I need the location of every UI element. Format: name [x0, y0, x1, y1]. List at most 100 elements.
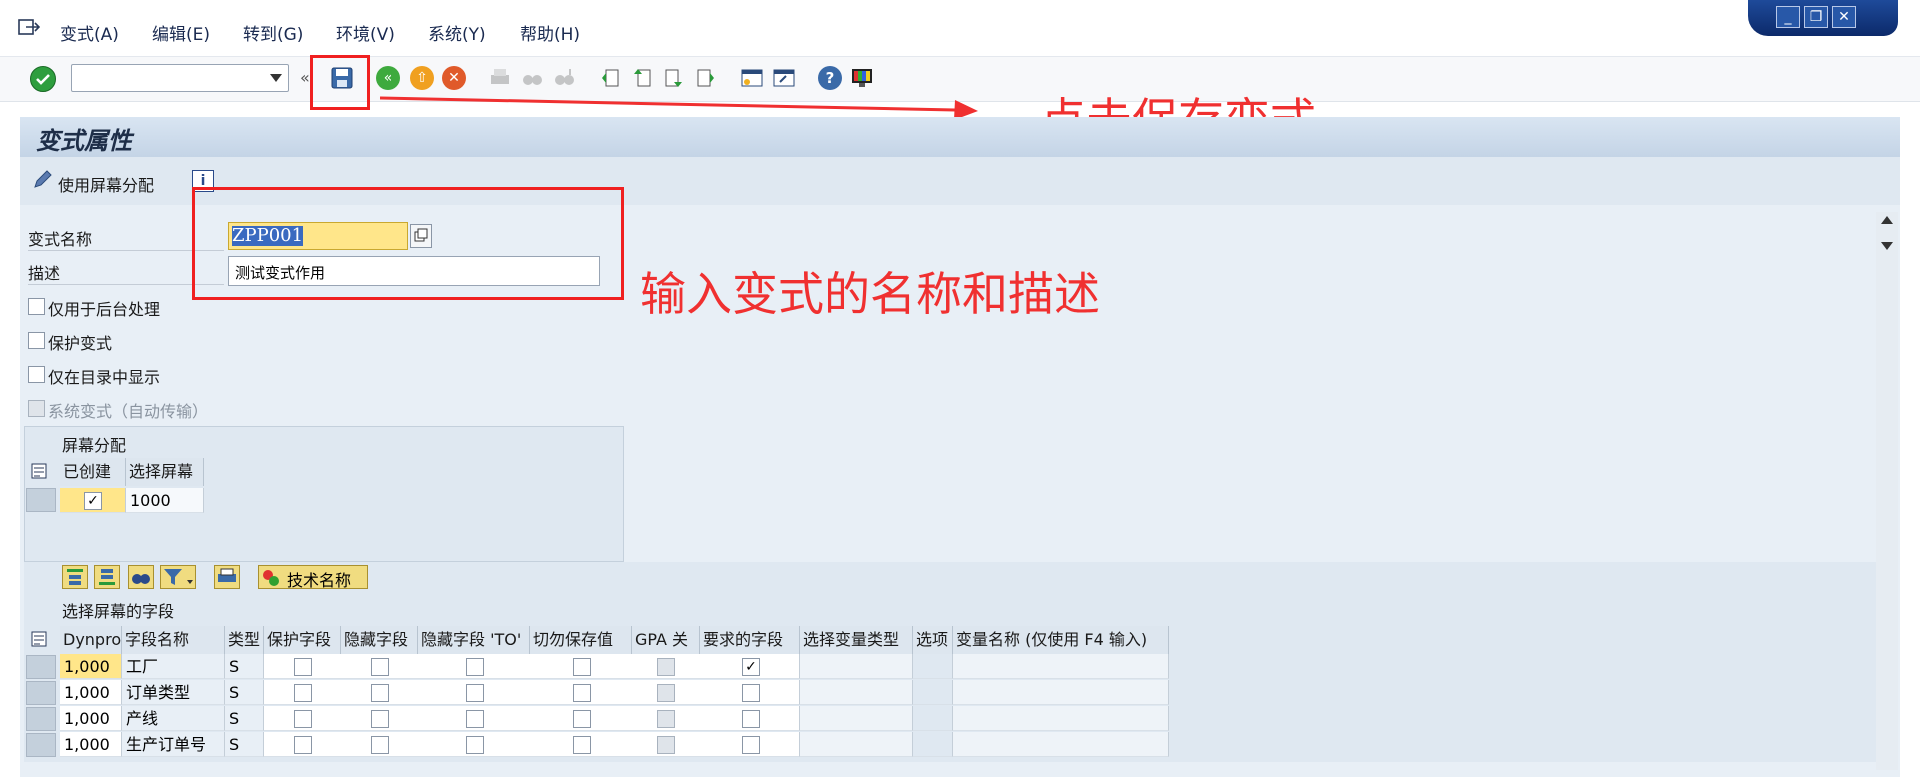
- selection-variable-type-cell[interactable]: [800, 732, 913, 757]
- required-field-checkbox[interactable]: [742, 736, 760, 754]
- dynpro-cell: 1,000: [60, 706, 122, 731]
- column-gpa-off: GPA 关: [632, 626, 700, 654]
- option-cell[interactable]: [913, 680, 953, 705]
- next-page-icon[interactable]: [662, 66, 686, 90]
- hide-field-to-checkbox[interactable]: [466, 658, 484, 676]
- protect-field-checkbox[interactable]: [294, 736, 312, 754]
- required-field-checkbox[interactable]: [742, 684, 760, 702]
- system-variant-checkbox: [28, 400, 45, 417]
- scroll-down-icon[interactable]: [1881, 242, 1893, 250]
- required-field-checkbox[interactable]: [742, 710, 760, 728]
- protect-variant-checkbox[interactable]: [28, 332, 45, 349]
- screen-assign-title: 屏幕分配: [62, 436, 127, 455]
- screen-assign-button[interactable]: 使用屏幕分配: [58, 172, 154, 196]
- column-field-name: 字段名称: [122, 626, 225, 654]
- menu-help[interactable]: 帮助(H): [520, 20, 580, 45]
- field-name-cell: 工厂: [122, 654, 225, 679]
- find-fields-icon[interactable]: [128, 565, 154, 589]
- vertical-scrollbar[interactable]: [1876, 212, 1898, 770]
- hide-field-checkbox[interactable]: [371, 710, 389, 728]
- tech-name-label: 技术名称: [287, 571, 352, 590]
- restore-button[interactable]: ❐: [1804, 6, 1828, 28]
- catalog-only-checkbox[interactable]: [28, 366, 45, 383]
- option-cell[interactable]: [913, 706, 953, 731]
- protect-field-checkbox[interactable]: [294, 710, 312, 728]
- cancel-icon[interactable]: ✕: [442, 66, 466, 90]
- hide-field-checkbox[interactable]: [371, 736, 389, 754]
- background-only-checkbox[interactable]: [28, 298, 45, 315]
- last-page-icon[interactable]: [694, 66, 718, 90]
- protect-field-checkbox[interactable]: [294, 658, 312, 676]
- selection-variable-type-cell[interactable]: [800, 706, 913, 731]
- selection-variable-type-cell[interactable]: [800, 680, 913, 705]
- gpa-off-checkbox: [657, 658, 675, 676]
- option-cell[interactable]: [913, 654, 953, 679]
- hide-field-to-checkbox[interactable]: [466, 736, 484, 754]
- never-save-checkbox[interactable]: [573, 658, 591, 676]
- filter-icon[interactable]: [160, 565, 196, 589]
- row-selector[interactable]: [26, 733, 56, 757]
- collapse-icon[interactable]: «: [300, 68, 310, 87]
- print-fields-icon[interactable]: [214, 565, 240, 589]
- column-hide-field-to: 隐藏字段 'TO': [418, 626, 530, 654]
- dropdown-arrow-icon[interactable]: [270, 74, 282, 82]
- help-icon[interactable]: ?: [818, 66, 842, 90]
- variable-name-cell[interactable]: [953, 654, 1169, 679]
- create-session-icon[interactable]: [740, 66, 764, 90]
- required-field-checkbox[interactable]: ✓: [742, 658, 760, 676]
- row-selector[interactable]: [26, 707, 56, 731]
- option-cell[interactable]: [913, 732, 953, 757]
- variant-name-label: 变式名称: [28, 230, 93, 249]
- first-page-icon[interactable]: [598, 66, 622, 90]
- pencil-icon[interactable]: [32, 170, 52, 194]
- never-save-checkbox[interactable]: [573, 736, 591, 754]
- type-cell: S: [225, 706, 264, 731]
- hide-field-checkbox[interactable]: [371, 658, 389, 676]
- catalog-only-label: 仅在目录中显示: [48, 368, 161, 387]
- exit-up-icon[interactable]: ⇧: [410, 66, 434, 90]
- variable-name-cell[interactable]: [953, 680, 1169, 705]
- dynpro-cell: 1,000: [60, 654, 122, 679]
- hide-field-to-checkbox[interactable]: [466, 684, 484, 702]
- print-icon[interactable]: [488, 66, 512, 90]
- minimize-button[interactable]: _: [1776, 6, 1800, 28]
- table-settings-icon[interactable]: [30, 462, 48, 484]
- find-next-icon[interactable]: [552, 66, 576, 90]
- command-field[interactable]: [71, 64, 289, 92]
- align-top-icon[interactable]: [62, 565, 88, 589]
- menu-system[interactable]: 系统(Y): [428, 20, 486, 45]
- menu-environment[interactable]: 环境(V): [336, 20, 395, 45]
- protect-field-checkbox[interactable]: [294, 684, 312, 702]
- fields-table-settings-icon[interactable]: [30, 630, 48, 652]
- never-save-checkbox[interactable]: [573, 684, 591, 702]
- hide-field-checkbox[interactable]: [371, 684, 389, 702]
- back-icon[interactable]: «: [376, 66, 400, 90]
- column-selection-variable-type: 选择变量类型: [800, 626, 913, 654]
- type-cell: S: [225, 680, 264, 705]
- never-save-checkbox[interactable]: [573, 710, 591, 728]
- created-checkbox[interactable]: ✓: [84, 492, 102, 510]
- align-bottom-icon[interactable]: [94, 565, 120, 589]
- row-selector[interactable]: [26, 488, 56, 512]
- selection-variable-type-cell[interactable]: [800, 654, 913, 679]
- variable-name-cell[interactable]: [953, 732, 1169, 757]
- tech-name-button[interactable]: 技术名称: [258, 565, 368, 590]
- menu-variant[interactable]: 变式(A): [60, 20, 119, 45]
- variable-name-cell[interactable]: [953, 706, 1169, 731]
- shortcut-icon[interactable]: [772, 66, 796, 90]
- enter-check-icon[interactable]: [30, 66, 56, 92]
- menu-goto[interactable]: 转到(G): [243, 20, 303, 45]
- customize-layout-icon[interactable]: [850, 66, 874, 90]
- hide-field-to-checkbox[interactable]: [466, 710, 484, 728]
- find-icon[interactable]: [520, 66, 544, 90]
- type-cell: S: [225, 654, 264, 679]
- row-selector[interactable]: [26, 681, 56, 705]
- scroll-up-icon[interactable]: [1881, 216, 1893, 224]
- row-selector[interactable]: [26, 655, 56, 679]
- menu-edit[interactable]: 编辑(E): [152, 20, 210, 45]
- exit-icon[interactable]: [18, 18, 41, 36]
- window-controls: _ ❐ ✕: [1748, 0, 1898, 36]
- close-button[interactable]: ✕: [1832, 6, 1856, 28]
- previous-page-icon[interactable]: [630, 66, 654, 90]
- background-only-label: 仅用于后台处理: [48, 300, 161, 319]
